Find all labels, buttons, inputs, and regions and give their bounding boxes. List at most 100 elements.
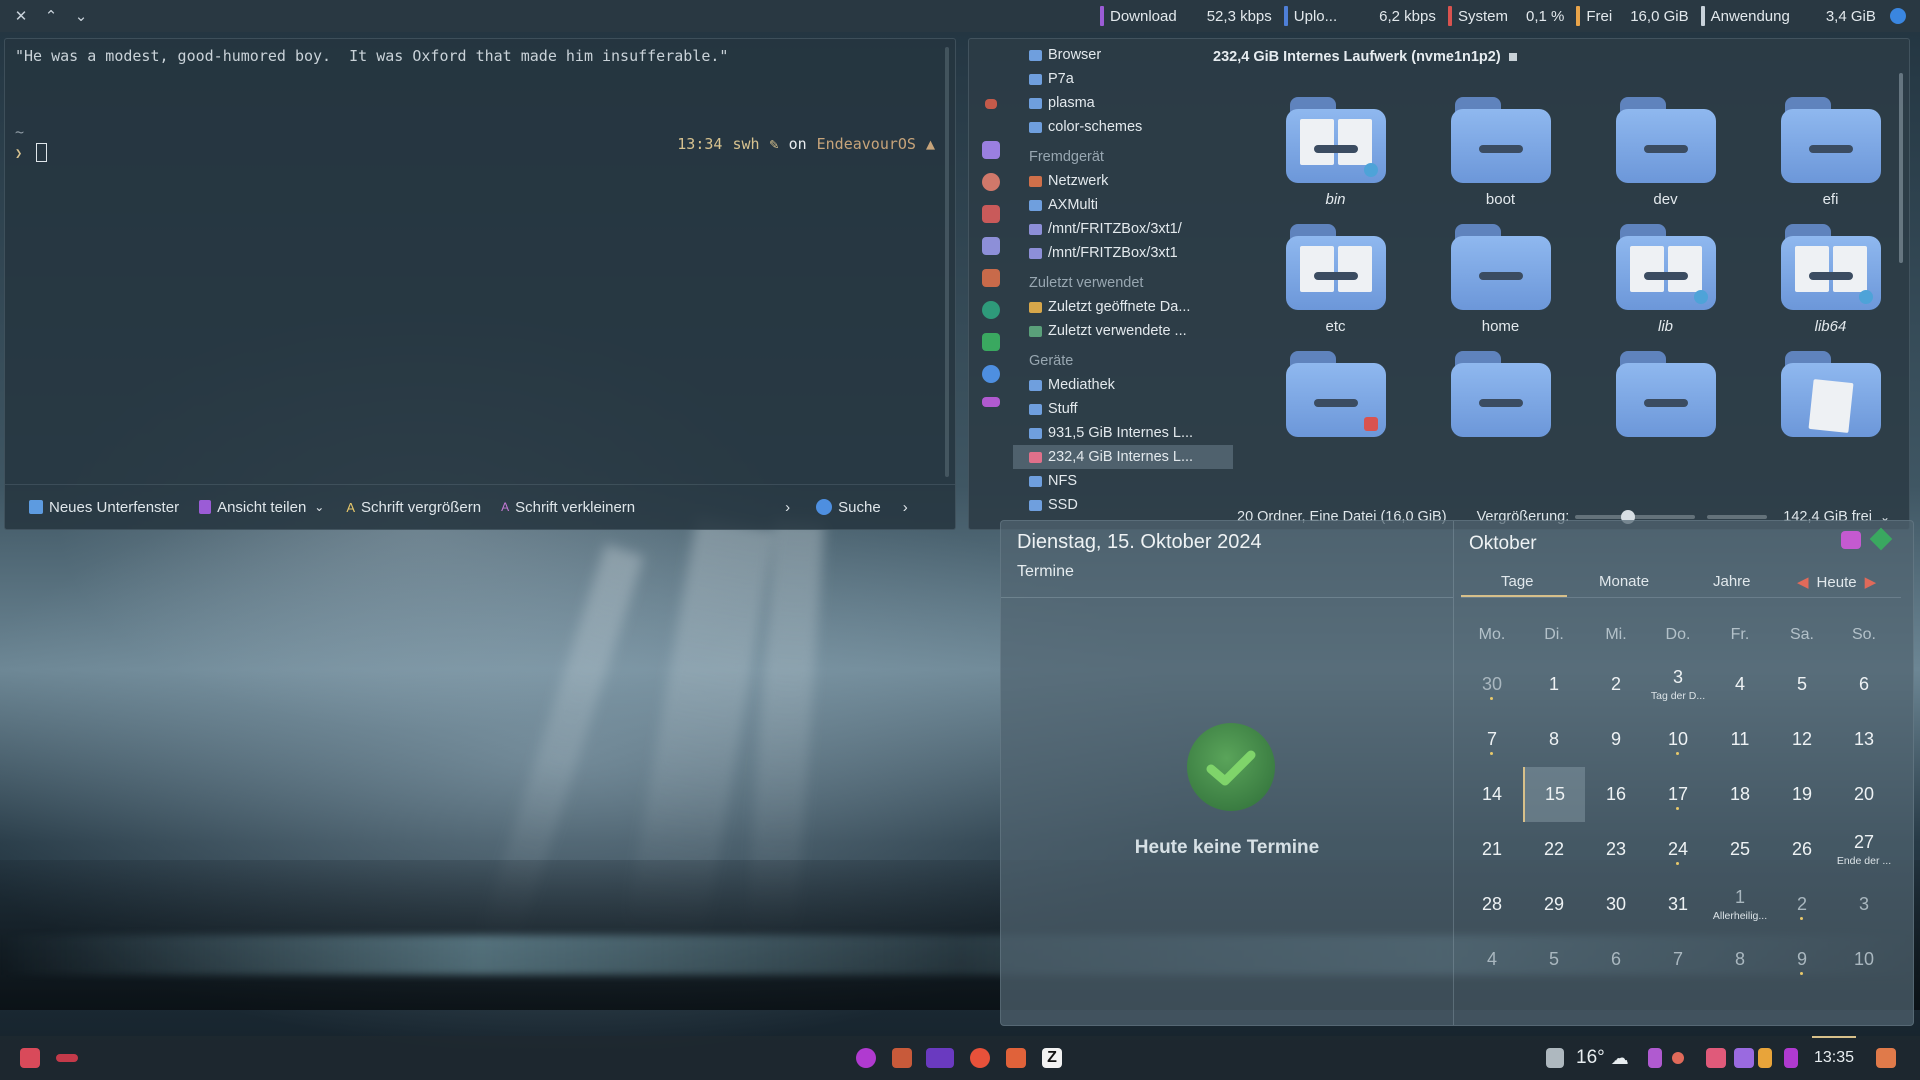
calendar-day[interactable]: 7 — [1647, 932, 1709, 987]
eye-icon[interactable] — [982, 301, 1000, 319]
pager-icon[interactable] — [56, 1054, 78, 1062]
tab-months[interactable]: Monate — [1599, 573, 1649, 590]
folder-item[interactable]: etc — [1253, 224, 1418, 335]
calendar-day[interactable]: 1 Allerheilig... — [1709, 877, 1771, 932]
calendar-day[interactable]: 10 — [1647, 712, 1709, 767]
search-button[interactable]: Suche — [816, 499, 881, 516]
calendar-day[interactable]: 22 — [1523, 822, 1585, 877]
calendar-day-today[interactable]: 15 — [1523, 767, 1585, 822]
folder-item[interactable]: bin — [1253, 97, 1418, 208]
zoom-slider[interactable] — [1575, 510, 1696, 524]
globe-icon[interactable] — [1889, 8, 1906, 24]
calendar-day[interactable]: 4 — [1709, 657, 1771, 712]
calendar-day[interactable]: 28 — [1461, 877, 1523, 932]
bag-icon[interactable] — [1706, 1048, 1726, 1068]
calendar-day[interactable]: 4 — [1461, 932, 1523, 987]
network-icon[interactable] — [1784, 1048, 1798, 1068]
file-manager-task-icon[interactable] — [892, 1048, 912, 1068]
folder-item[interactable] — [1583, 351, 1748, 445]
sidebar-item-device[interactable]: Stuff — [1013, 397, 1233, 421]
terminal-window[interactable]: "He was a modest, good-humored boy. It w… — [4, 38, 956, 530]
calendar-day[interactable]: 7 — [1461, 712, 1523, 767]
tab-days[interactable]: Tage — [1501, 573, 1534, 590]
calendar-day[interactable]: 2 — [1771, 877, 1833, 932]
sidebar-item-device[interactable]: NFS — [1013, 469, 1233, 493]
calendar-day[interactable]: 8 — [1709, 932, 1771, 987]
calendar-day[interactable]: 16 — [1585, 767, 1647, 822]
record-icon[interactable] — [1672, 1052, 1684, 1064]
calendar-day[interactable]: 9 — [1585, 712, 1647, 767]
terminal-task-icon[interactable] — [926, 1048, 954, 1068]
calendar-day[interactable]: 20 — [1833, 767, 1895, 822]
chevron-up-icon[interactable]: ⌃ — [36, 0, 66, 32]
overflow-chevron-icon[interactable]: › — [785, 499, 790, 516]
bluetooth-icon[interactable] — [1734, 1048, 1754, 1068]
app-launcher-icon[interactable] — [20, 1048, 40, 1068]
calendar-day[interactable]: 13 — [1833, 712, 1895, 767]
calendar-day[interactable]: 9 — [1771, 932, 1833, 987]
calendar-day[interactable]: 30 — [1585, 877, 1647, 932]
refresh-icon[interactable] — [982, 173, 1000, 191]
grid-icon[interactable] — [982, 205, 1000, 223]
calendar-day[interactable]: 17 — [1647, 767, 1709, 822]
add-event-icon[interactable] — [1869, 527, 1893, 551]
folder-item[interactable] — [1748, 351, 1909, 445]
sidebar-item-folder[interactable]: color-schemes — [1013, 115, 1233, 139]
today-button[interactable]: Heute — [1817, 574, 1857, 591]
weather-widget[interactable]: 16° ☁ — [1576, 1036, 1629, 1080]
file-manager-window[interactable]: Browser P7a plasma color-schemes Fremdgerät N… — [968, 38, 1910, 530]
shapes-icon[interactable] — [982, 269, 1000, 287]
folder-item[interactable] — [1418, 351, 1583, 445]
calendar-day[interactable]: 1 — [1523, 657, 1585, 712]
volume-icon[interactable] — [1758, 1048, 1772, 1068]
sidebar-item-device[interactable]: Mediathek — [1013, 373, 1233, 397]
folder-item[interactable]: dev — [1583, 97, 1748, 208]
pin-icon[interactable] — [1841, 531, 1861, 549]
calendar-day[interactable]: 25 — [1709, 822, 1771, 877]
terminal-scrollbar[interactable] — [945, 47, 949, 477]
sidebar-item-remote[interactable]: /mnt/FRITZBox/3xt1/ — [1013, 217, 1233, 241]
folder-item[interactable]: efi — [1748, 97, 1909, 208]
menu-icon[interactable] — [982, 397, 1000, 407]
plus-icon[interactable] — [982, 333, 1000, 351]
sidebar-item-device[interactable]: 232,4 GiB Internes L... — [1013, 445, 1233, 469]
sidebar-item-folder[interactable]: plasma — [1013, 91, 1233, 115]
sidebar-item-remote[interactable]: /mnt/FRITZBox/3xt1 — [1013, 241, 1233, 265]
calendar-day[interactable]: 24 — [1647, 822, 1709, 877]
prev-month-icon[interactable]: ◀ — [1797, 573, 1809, 591]
calendar-day[interactable]: 21 — [1461, 822, 1523, 877]
sidebar-item-recent[interactable]: Zuletzt verwendete ... — [1013, 319, 1233, 343]
toolbar-more-icon[interactable]: › — [903, 499, 908, 516]
firefox-icon[interactable] — [970, 1048, 990, 1068]
calendar-day[interactable]: 2 — [1585, 657, 1647, 712]
network-monitor[interactable]: Download 52,3 kbps Uplo... 6,2 kbps — [1100, 0, 1436, 32]
sidebar-item-folder[interactable]: Browser — [1013, 43, 1233, 67]
system-monitor[interactable]: System 0,1 % Frei 16,0 GiB Anwendung 3,4… — [1448, 0, 1906, 32]
calendar-day[interactable]: 10 — [1833, 932, 1895, 987]
file-scrollbar[interactable] — [1899, 73, 1903, 263]
circle-icon[interactable] — [982, 365, 1000, 383]
logout-icon[interactable] — [1876, 1048, 1896, 1068]
tab-years[interactable]: Jahre — [1713, 573, 1751, 590]
sidebar-item-device[interactable]: 931,5 GiB Internes L... — [1013, 421, 1233, 445]
tray-app-icon[interactable] — [1546, 1048, 1564, 1068]
close-icon[interactable]: ✕ — [6, 0, 36, 32]
sidebar-item-remote[interactable]: Netzwerk — [1013, 169, 1233, 193]
list-icon[interactable] — [982, 237, 1000, 255]
calendar-day[interactable]: 8 — [1523, 712, 1585, 767]
zed-icon[interactable]: Z — [1042, 1048, 1062, 1068]
split-view-button[interactable]: Ansicht teilen ⌄ — [199, 499, 324, 516]
calendar-day[interactable]: 11 — [1709, 712, 1771, 767]
calendar-day[interactable]: 14 — [1461, 767, 1523, 822]
calendar-day[interactable]: 27 Ende der ... — [1833, 822, 1895, 877]
chevron-down-icon[interactable]: ⌄ — [66, 0, 96, 32]
folder-item[interactable] — [1253, 351, 1418, 445]
pen-icon[interactable] — [1648, 1048, 1662, 1068]
next-month-icon[interactable]: ▶ — [1865, 573, 1877, 591]
folder-item[interactable]: home — [1418, 224, 1583, 335]
calendar-day[interactable]: 18 — [1709, 767, 1771, 822]
home-icon[interactable] — [982, 141, 1000, 159]
folder-item[interactable]: boot — [1418, 97, 1583, 208]
calendar-day[interactable]: 5 — [1523, 932, 1585, 987]
calendar-day[interactable]: 3 — [1833, 877, 1895, 932]
